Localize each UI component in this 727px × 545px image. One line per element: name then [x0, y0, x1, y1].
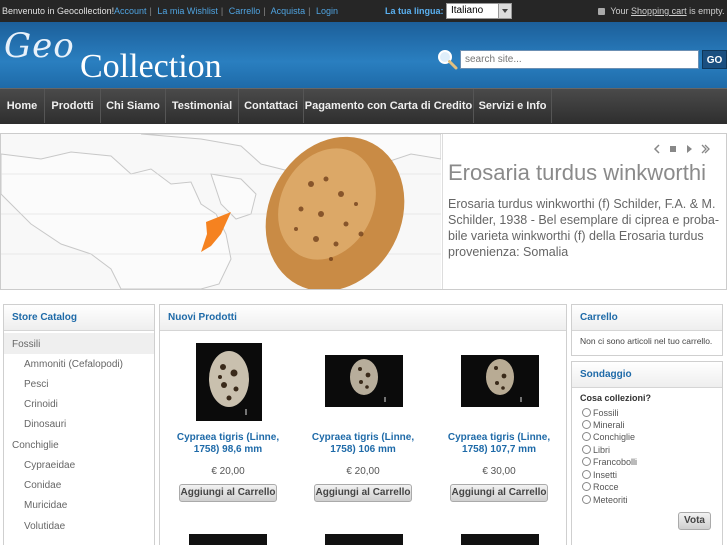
product-price: € 20,00 [346, 466, 380, 477]
banner-controls [652, 144, 716, 156]
cart-link[interactable]: Carrello [229, 6, 261, 16]
login-link[interactable]: Login [316, 6, 338, 16]
product-image[interactable] [461, 355, 539, 407]
cart-empty-text: Non ci sono articoli nel tuo carrello. [580, 336, 713, 346]
catalog-item-ammoniti[interactable]: Ammoniti (Cefalopodi) [24, 359, 123, 370]
nav-home[interactable]: Home [0, 89, 45, 123]
catalog-item-volutidae[interactable]: Volutidae [24, 521, 65, 532]
add-to-cart-button[interactable]: Aggiungi al Carrello [450, 484, 548, 502]
lock-icon [598, 8, 605, 15]
poll-option[interactable]: Meteoriti [582, 495, 628, 505]
new-products: Nuovi Prodotti Cypraea tigris (Linne, 17… [159, 304, 567, 545]
language-value: Italiano [451, 5, 484, 16]
logo-collection[interactable]: Collection [80, 48, 222, 86]
header: Geo Collection GO [0, 22, 727, 88]
go-button[interactable]: GO [702, 50, 727, 69]
radio-icon[interactable] [582, 445, 591, 454]
cart-title: Carrello [572, 305, 722, 331]
poll-option[interactable]: Libri [582, 445, 610, 455]
cart-box: Carrello Non ci sono articoli nel tuo ca… [571, 304, 723, 356]
catalog-item-pesci[interactable]: Pesci [24, 379, 48, 390]
africa-map-image [1, 134, 441, 289]
play-icon[interactable] [684, 144, 694, 154]
shopping-cart-link[interactable]: Shopping cart [631, 6, 687, 16]
store-catalog: Store Catalog Fossili Ammoniti (Cefalopo… [3, 304, 155, 545]
product-image[interactable] [461, 534, 539, 545]
search-input[interactable] [460, 50, 699, 69]
radio-icon[interactable] [582, 420, 591, 429]
banner-title: Erosaria turdus winkworthi [448, 160, 706, 185]
catalog-item-fossili[interactable]: Fossili [12, 339, 40, 350]
nav-contattaci[interactable]: Contattaci [239, 89, 304, 123]
product-image[interactable] [196, 343, 262, 421]
add-to-cart-button[interactable]: Aggiungi al Carrello [179, 484, 277, 502]
checkout-link[interactable]: Acquista [271, 6, 306, 16]
poll-question: Cosa collezioni? [580, 393, 652, 403]
cart-status-suffix: is empty. [689, 6, 725, 16]
radio-icon[interactable] [582, 457, 591, 466]
logo-geo[interactable]: Geo [4, 26, 75, 66]
product-price: € 30,00 [482, 466, 516, 477]
chevron-down-icon [498, 4, 511, 18]
product-name[interactable]: Cypraea tigris (Linne, 1758) 107,7 mm [439, 432, 559, 456]
poll-option[interactable]: Conchiglie [582, 432, 635, 442]
prev-icon[interactable] [652, 144, 662, 154]
poll-option[interactable]: Francobolli [582, 457, 637, 467]
catalog-item-dinosauri[interactable]: Dinosauri [24, 419, 66, 430]
cart-status-prefix: Your [610, 6, 629, 16]
poll-box: Sondaggio Cosa collezioni? Fossili Miner… [571, 361, 723, 545]
product-price: € 20,00 [211, 466, 245, 477]
product-image[interactable] [325, 534, 403, 545]
radio-icon[interactable] [582, 470, 591, 479]
main-nav: Home Prodotti Chi Siamo Testimonial Cont… [0, 88, 727, 124]
language-label: La tua lingua: [385, 6, 444, 16]
next-icon[interactable] [700, 144, 710, 154]
welcome-text: Benvenuto in Geocollection! [2, 6, 115, 16]
poll-title: Sondaggio [572, 362, 722, 388]
stop-icon[interactable] [668, 144, 678, 154]
banner-description: Erosaria turdus winkworthi (f) Schilder,… [448, 197, 719, 259]
catalog-item-conchiglie[interactable]: Conchiglie [12, 440, 59, 451]
wishlist-link[interactable]: La mia Wishlist [157, 6, 218, 16]
poll-option[interactable]: Minerali [582, 420, 625, 430]
radio-icon[interactable] [582, 495, 591, 504]
radio-icon[interactable] [582, 432, 591, 441]
nav-chi-siamo[interactable]: Chi Siamo [101, 89, 166, 123]
product-name[interactable]: Cypraea tigris (Linne, 1758) 106 mm [303, 432, 423, 456]
top-bar: Benvenuto in Geocollection! Account | La … [0, 0, 727, 22]
featured-banner[interactable]: Erosaria turdus winkworthi Erosaria turd… [0, 133, 727, 290]
vote-button[interactable]: Vota [678, 512, 711, 530]
language-select[interactable]: Italiano [446, 3, 512, 19]
catalog-item-crinoidi[interactable]: Crinoidi [24, 399, 58, 410]
account-link[interactable]: Account [114, 6, 147, 16]
radio-icon[interactable] [582, 482, 591, 491]
add-to-cart-button[interactable]: Aggiungi al Carrello [314, 484, 412, 502]
search-icon [438, 50, 458, 70]
catalog-item-conidae[interactable]: Conidae [24, 480, 61, 491]
nav-pagamento[interactable]: Pagamento con Carta di Credito [304, 89, 474, 123]
new-products-title: Nuovi Prodotti [160, 305, 566, 331]
poll-option[interactable]: Insetti [582, 470, 617, 480]
radio-icon[interactable] [582, 408, 591, 417]
product-name[interactable]: Cypraea tigris (Linne, 1758) 98,6 mm [168, 432, 288, 456]
product-image[interactable] [189, 534, 267, 545]
store-catalog-title: Store Catalog [4, 305, 154, 331]
product-image[interactable] [325, 355, 403, 407]
top-links: Account | La mia Wishlist | Carrello | Acqu… [114, 6, 339, 16]
banner-text-panel: Erosaria turdus winkworthi Erosaria turd… [442, 134, 726, 289]
poll-option[interactable]: Fossili [582, 408, 619, 418]
catalog-item-cypraeidae[interactable]: Cypraeidae [24, 460, 75, 471]
poll-option[interactable]: Rocce [582, 482, 619, 492]
nav-servizi[interactable]: Servizi e Info [474, 89, 552, 123]
nav-testimonial[interactable]: Testimonial [166, 89, 239, 123]
nav-prodotti[interactable]: Prodotti [45, 89, 101, 123]
cart-status: Your Shopping cart is empty. [598, 6, 724, 16]
catalog-item-muricidae[interactable]: Muricidae [24, 500, 67, 511]
